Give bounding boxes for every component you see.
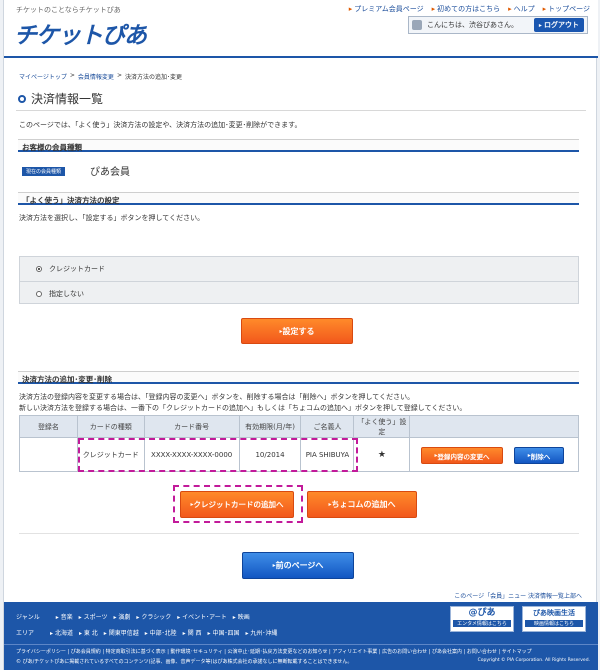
cell-card-type: クレジットカード <box>76 437 145 472</box>
genre-theater[interactable]: 演劇 <box>113 612 130 621</box>
col-name: 登録名 <box>19 415 78 438</box>
tagline: チケットのことならチケットぴあ <box>16 6 121 14</box>
radio-label: 指定しない <box>49 289 84 298</box>
title-divider <box>16 110 586 111</box>
table-header-row: 登録名 カードの種類 カード番号 有効期限(月/年) ご名義人 「よく使う」設定 <box>19 415 579 438</box>
greeting: こんにちは、渋谷ぴあさん。 <box>427 21 518 29</box>
footer-links[interactable]: プライバシーポリシー | ぴあ会員規約 | 特定商取引法に基づく表示 | 動作環… <box>16 648 532 655</box>
page: チケットのことならチケットぴあ チケットぴあ プレミアム会員ページ 初めての方は… <box>3 0 598 670</box>
genre-music[interactable]: 音楽 <box>56 612 73 621</box>
genre-nav: ジャンル 音楽 スポーツ 演劇 クラシック イベント･アート 映画 <box>16 612 250 621</box>
top-nav: プレミアム会員ページ 初めての方はこちら ヘルプ トップページ <box>349 4 590 14</box>
ring-icon <box>18 94 26 103</box>
col-holder: ご名義人 <box>300 415 355 438</box>
cell-expiry: 10/2014 <box>238 437 302 472</box>
add-credit-card-button[interactable]: クレジットカードの追加へ <box>180 491 294 518</box>
breadcrumb: マイページトップ > 会員情報変更 > 決済方法の追加･変更 <box>19 72 182 81</box>
footer-divider <box>4 644 598 645</box>
content-divider <box>19 533 579 534</box>
pia-movie-sub: 映画情報はこちら <box>525 620 583 627</box>
pia-movie-banner[interactable]: ぴあ映画生活 映画情報はこちら <box>522 606 586 632</box>
radio-credit-card[interactable]: クレジットカード <box>20 257 578 281</box>
col-expiry: 有効期限(月/年) <box>238 415 302 438</box>
genre-label: ジャンル <box>16 614 40 621</box>
col-favorite: 「よく使う」設定 <box>353 415 411 438</box>
nav-premium[interactable]: プレミアム会員ページ <box>349 4 423 14</box>
user-icon <box>412 20 422 30</box>
area-chubu[interactable]: 中部･北陸 <box>145 628 177 637</box>
page-title: 決済情報一覧 <box>18 90 103 107</box>
site-logo[interactable]: チケットぴあ <box>14 16 147 50</box>
radio-label: クレジットカード <box>49 265 105 273</box>
area-kanto[interactable]: 関東甲信越 <box>104 628 139 637</box>
breadcrumb-current: 決済方法の追加･変更 <box>124 74 182 81</box>
member-section-heading: お客様の会員種類 <box>18 139 579 152</box>
area-kyushu[interactable]: 九州･沖縄 <box>245 628 277 637</box>
breadcrumb-sep: > <box>116 72 122 79</box>
payment-radio-group: クレジットカード 指定しない <box>19 256 579 304</box>
genre-sports[interactable]: スポーツ <box>79 612 108 621</box>
pia-movie-title: ぴあ映画生活 <box>533 609 575 617</box>
radio-selected-icon[interactable] <box>36 266 42 272</box>
page-title-text: 決済情報一覧 <box>31 92 104 106</box>
set-button[interactable]: 設定する <box>241 318 353 344</box>
user-box: こんにちは、渋谷ぴあさん。 ログアウト <box>408 16 588 34</box>
area-tohoku[interactable]: 東 北 <box>79 628 98 637</box>
site-header: チケットのことならチケットぴあ チケットぴあ プレミアム会員ページ 初めての方は… <box>4 0 598 58</box>
footer-copyright-en: Copyright © PIA Corporation. All Rights … <box>477 658 590 663</box>
intro-text: このページでは、「よく使う」決済方法の設定や、決済方法の追加･変更･削除ができま… <box>19 121 302 129</box>
site-footer: ジャンル 音楽 スポーツ 演劇 クラシック イベント･アート 映画 エリア 北海… <box>4 602 598 670</box>
footer-copyright: © ぴあ/チケットぴあに掲載されているすべてのコンテンツ(記事、画像、音声データ… <box>16 659 353 665</box>
back-button[interactable]: 前のページへ <box>242 552 354 579</box>
add-chocom-button[interactable]: ちょコムの追加へ <box>307 491 417 518</box>
nav-first-time[interactable]: 初めての方はこちら <box>432 4 500 14</box>
breadcrumb-member-change[interactable]: 会員情報変更 <box>78 72 114 81</box>
area-chugoku[interactable]: 中国･四国 <box>208 628 239 637</box>
area-hokkaido[interactable]: 北海道 <box>50 628 73 637</box>
breadcrumb-mypage[interactable]: マイページトップ <box>19 72 67 81</box>
default-section-heading: 「よく使う」決済方法の設定 <box>18 192 579 205</box>
area-nav: エリア 北海道 東 北 関東甲信越 中部･北陸 関 西 中国･四国 九州･沖縄 <box>16 628 277 637</box>
at-pia-banner[interactable]: @ぴあ エンタメ情報はこちら <box>450 606 514 632</box>
breadcrumb-sep: > <box>69 72 75 79</box>
manage-section-heading: 決済方法の追加･変更･削除 <box>18 371 579 384</box>
cell-favorite-star-icon: ★ <box>353 437 411 472</box>
page-top-link[interactable]: このページ「会員」ニュー 決済情報一覧上部へ <box>454 591 582 600</box>
default-instruction: 決済方法を選択し、「設定する」ボタンを押してください。 <box>19 214 205 222</box>
at-pia-sub: エンタメ情報はこちら <box>453 620 511 627</box>
cell-name <box>19 437 78 472</box>
edit-registration-button[interactable]: 登録内容の変更へ <box>421 447 503 464</box>
cell-holder: PIA SHIBUYA <box>300 437 355 472</box>
member-type: ぴあ会員 <box>90 167 130 178</box>
nav-help[interactable]: ヘルプ <box>508 4 535 14</box>
col-card-number: カード番号 <box>143 415 240 438</box>
area-label: エリア <box>16 630 35 637</box>
area-kansai[interactable]: 関 西 <box>183 628 202 637</box>
genre-event-art[interactable]: イベント･アート <box>177 612 227 621</box>
cell-card-number: XXXX-XXXX-XXXX-0000 <box>143 437 240 472</box>
manage-explain-1: 決済方法の登録内容を変更する場合は、「登録内容の変更へ」ボタンを、削除する場合は… <box>19 393 415 401</box>
col-actions <box>409 415 579 438</box>
manage-explain-2: 新しい決済方法を登録する場合は、一番下の「クレジットカードの追加へ」もしくは「ち… <box>19 404 467 412</box>
member-type-badge: 現在の会員種類 <box>22 167 66 176</box>
genre-classic[interactable]: クラシック <box>136 612 171 621</box>
col-card-type: カードの種類 <box>76 415 145 438</box>
radio-unselected-icon[interactable] <box>36 290 42 297</box>
genre-movie[interactable]: 映画 <box>233 612 250 621</box>
radio-none[interactable]: 指定しない <box>20 281 578 305</box>
header-divider <box>4 56 598 58</box>
logout-button[interactable]: ログアウト <box>533 18 584 32</box>
at-pia-title: @ぴあ <box>468 608 496 618</box>
delete-button[interactable]: 削除へ <box>514 447 564 464</box>
nav-top[interactable]: トップページ <box>543 4 590 14</box>
